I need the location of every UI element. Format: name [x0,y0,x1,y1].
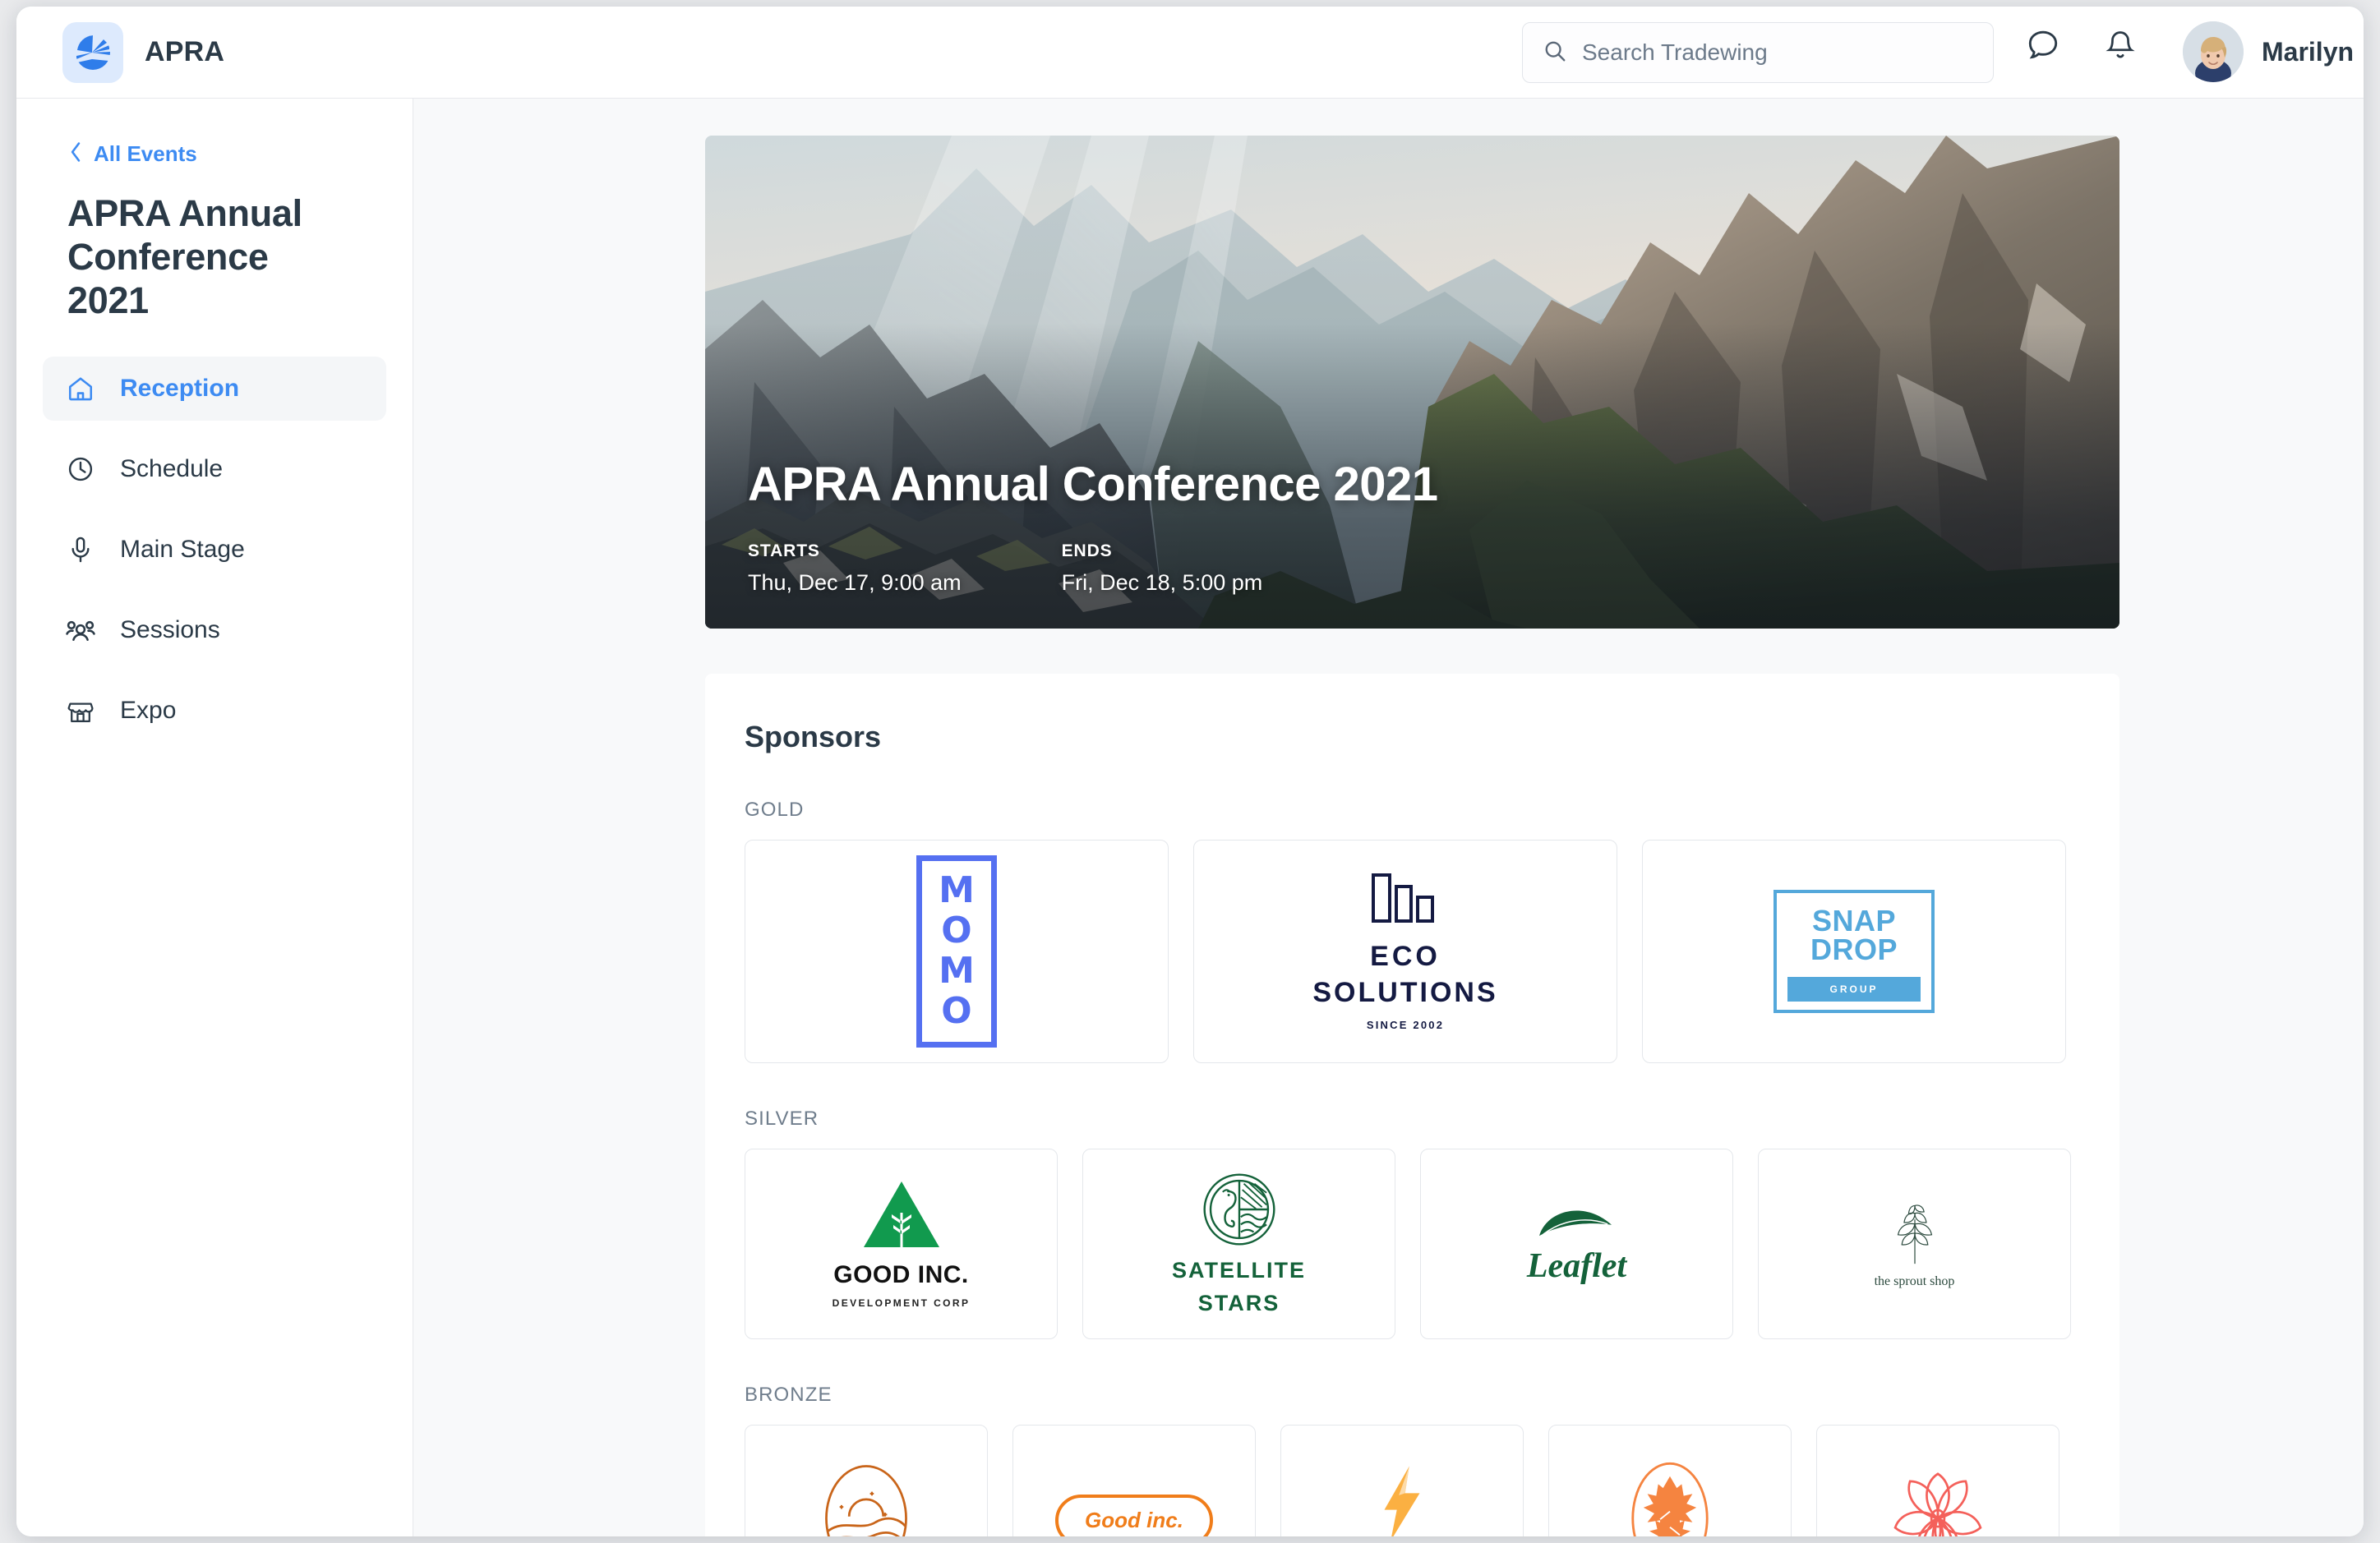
brand-name: APRA [145,36,225,67]
ends-label: ENDS [1061,541,1113,560]
sponsor-card-good-inc-pill[interactable]: Good inc. [1012,1425,1256,1536]
main-content: APRA Annual Conference 2021 STARTS Thu, … [413,99,2364,1536]
sponsor-card-leaflet[interactable]: Leaflet [1420,1149,1733,1339]
good-inc-line1: GOOD INC. [833,1260,969,1288]
snap-badge: GROUP [1787,977,1921,1002]
maple-tree-oval-icon [1621,1457,1719,1536]
sidebar-item-label: Main Stage [120,536,245,564]
leaflet-wordmark: Leaflet [1526,1246,1627,1285]
sidebar-nav: Reception Schedule Main Stage Sessions E… [43,357,386,743]
storefront-icon [64,694,97,727]
bronze-sponsor-grid: Good inc. Lightning [745,1425,2080,1536]
home-icon [64,372,97,405]
starts-label: STARTS [748,541,820,560]
bell-icon[interactable] [2099,25,2142,67]
user-name: Marilyn [2262,36,2355,67]
eco-line3: SINCE 2002 [1366,1018,1445,1031]
sponsor-card-satellite-stars[interactable]: SATELLITE STARS [1082,1149,1395,1339]
sunrise-hills-circle-icon [819,1463,914,1536]
search-box[interactable] [1522,22,1994,83]
satellite-stars-crest-icon [1202,1172,1277,1251]
tier-label-gold: GOLD [745,799,805,821]
sponsor-card-lightning[interactable]: Lightning [1280,1425,1524,1536]
sidebar-item-reception[interactable]: Reception [43,357,386,421]
event-hero-banner: APRA Annual Conference 2021 STARTS Thu, … [705,136,2119,629]
all-events-label: All Events [94,141,197,166]
sidebar-item-expo[interactable]: Expo [43,679,386,743]
top-header: APRA Search Tradewing Marilyn [16,7,2364,99]
hero-ends: ENDS Fri, Dec 18, 5:00 pm [1062,541,1263,596]
app-window: APRA Search Tradewing Marilyn All Events… [16,7,2364,1536]
sidebar-item-main-stage[interactable]: Main Stage [43,518,386,582]
hero-title: APRA Annual Conference 2021 [748,458,1438,511]
hero-text: APRA Annual Conference 2021 STARTS Thu, … [748,457,1438,596]
eco-line1: ECO [1370,940,1441,972]
sponsor-card-flower[interactable] [1816,1425,2059,1536]
sidebar-event-title: APRA Annual Conference 2021 [67,192,302,322]
good-inc-line2: DEVELOPMENT CORP [832,1297,971,1309]
search-container [1522,22,1994,83]
sidebar-item-label: Reception [120,375,240,403]
tier-label-bronze: BRONZE [745,1384,833,1406]
satellite-line2: STARS [1197,1290,1280,1315]
snap-line2: DROP [1810,933,1898,966]
good-inc-pill-text: Good inc. [1085,1507,1183,1532]
leaflet-leaf-icon [1537,1203,1616,1243]
hero-starts: STARTS Thu, Dec 17, 9:00 am [748,541,962,596]
eco-bars-icon [1371,873,1440,928]
chat-bubble-icon[interactable] [2022,25,2064,67]
flower-petals-icon [1882,1461,1994,1536]
apra-fan-logo-icon [62,21,123,83]
snap-line1: SNAP [1811,903,1897,937]
sponsor-card-eco-solutions[interactable]: ECO SOLUTIONS SINCE 2002 [1193,840,1617,1063]
momo-letter: M [939,950,975,992]
sidebar-item-label: Sessions [120,616,220,644]
sponsor-card-momo[interactable]: M O M O [745,840,1169,1063]
momo-letter: O [941,989,972,1032]
microphone-icon [64,533,97,566]
avatar [2183,21,2244,82]
sidebar-item-label: Schedule [120,455,224,483]
sponsors-title: Sponsors [745,720,882,753]
chevron-left-icon [67,141,84,167]
sponsor-card-snap-drop[interactable]: SNAP DROP GROUP [1642,840,2066,1063]
sprout-shop-wordmark: the sprout shop [1874,1274,1955,1288]
all-events-link[interactable]: All Events [67,141,386,167]
brand[interactable]: APRA [62,21,225,83]
people-icon [64,614,97,647]
clock-icon [64,453,97,486]
search-icon [1543,39,1567,67]
hero-dates: STARTS Thu, Dec 17, 9:00 am ENDS Fri, De… [748,541,1438,596]
starts-value: Thu, Dec 17, 9:00 am [748,570,962,595]
sponsors-panel: Sponsors GOLD M O M O ECO SOLUTIONS SINC… [705,674,2119,1536]
lightning-bolt-icon [1375,1464,1429,1536]
momo-letter: O [941,910,972,952]
sidebar-item-label: Expo [120,697,177,725]
silver-sponsor-grid: GOOD INC. DEVELOPMENT CORP SATELLITE STA… [745,1149,2080,1339]
header-icon-group [2022,25,2142,67]
user-menu[interactable]: Marilyn [2183,21,2354,82]
eco-line2: SOLUTIONS [1312,976,1498,1008]
satellite-line1: SATELLITE [1172,1258,1306,1283]
good-inc-pill-icon: Good inc. [1055,1494,1213,1536]
momo-letter: M [939,869,975,912]
sponsor-card-good-inc[interactable]: GOOD INC. DEVELOPMENT CORP [745,1149,1058,1339]
sidebar-item-sessions[interactable]: Sessions [43,598,386,662]
gold-sponsor-grid: M O M O ECO SOLUTIONS SINCE 2002 SNAP DR… [745,840,2080,1063]
sidebar-item-schedule[interactable]: Schedule [43,437,386,501]
sponsor-card-sprout-shop[interactable]: the sprout shop [1758,1149,2071,1339]
sponsor-card-sunrise-landscape[interactable] [745,1425,988,1536]
sidebar: All Events APRA Annual Conference 2021 R… [16,99,413,1536]
good-inc-tree-icon [860,1180,943,1253]
sprout-shop-sprig-icon [1885,1200,1944,1269]
momo-logo-icon: M O M O [916,855,997,1048]
search-input[interactable] [1582,39,1960,66]
sponsor-card-maple-oval[interactable] [1548,1425,1792,1536]
tier-label-silver: SILVER [745,1108,819,1130]
ends-value: Fri, Dec 18, 5:00 pm [1061,570,1263,595]
snap-drop-logo-icon: SNAP DROP GROUP [1773,889,1935,1014]
